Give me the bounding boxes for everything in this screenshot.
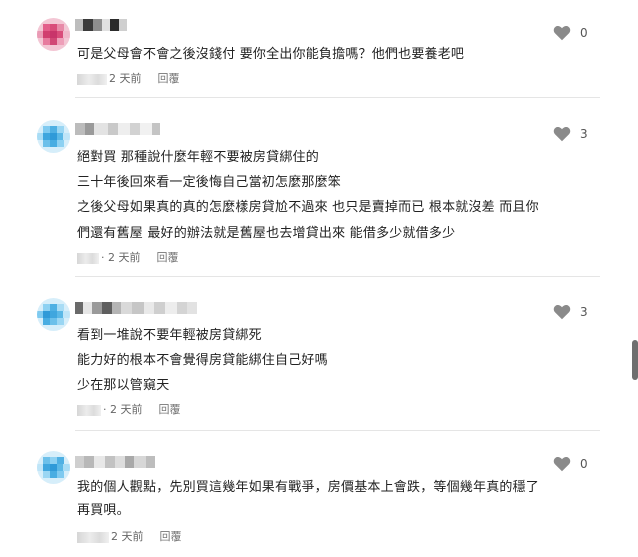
comment-meta: · 2 天前 回覆 (77, 403, 181, 417)
avatar[interactable] (37, 18, 70, 51)
avatar[interactable] (37, 120, 70, 153)
pixelated-avatar-icon (37, 18, 70, 51)
comment-time: · 2 天前 (103, 403, 143, 416)
username-blur (77, 252, 99, 264)
like-button[interactable]: 3 (553, 304, 588, 320)
reply-button[interactable]: 回覆 (158, 72, 180, 86)
pixelated-avatar-icon (37, 120, 70, 153)
reply-button[interactable]: 回覆 (160, 530, 182, 544)
heart-icon (553, 127, 571, 142)
comment-text: 之後父母如果真的真的怎麼樣房貸尬不過來 也只是賣掉而已 根本就沒差 而且你 (77, 200, 539, 215)
comment-text: 看到一堆說不要年輕被房貸綁死 (77, 328, 262, 343)
divider (75, 97, 600, 98)
comment-text: 少在那以管窺天 (77, 378, 170, 393)
username-blur (77, 531, 109, 543)
author-name-blurred[interactable] (75, 19, 127, 31)
heart-icon (553, 305, 571, 320)
comment-text: 我的個人觀點，先別買這幾年如果有戰爭，房價基本上會跌，等個幾年真的穩了 (77, 480, 540, 495)
comment-text: 能力好的根本不會覺得房貸能綁住自己好嗎 (77, 353, 328, 368)
comment-time: · 2 天前 (101, 251, 141, 264)
divider (75, 430, 600, 431)
avatar[interactable] (37, 451, 70, 484)
like-count: 0 (580, 457, 588, 471)
comment-meta: 2 天前 回覆 (77, 72, 180, 86)
like-button[interactable]: 3 (553, 126, 588, 142)
heart-icon (553, 26, 571, 41)
comments-panel: 可是父母會不會之後沒錢付 要你全出你能負擔嗎？他們也要養老吧 2 天前 回覆 0 (0, 0, 638, 557)
author-name-blurred[interactable] (75, 456, 155, 468)
like-count: 3 (580, 127, 588, 141)
comment-meta: · 2 天前 回覆 (77, 251, 179, 265)
reply-button[interactable]: 回覆 (157, 251, 179, 265)
comment-text: 們還有舊屋 最好的辦法就是舊屋也去增貸出來 能借多少就借多少 (77, 226, 456, 241)
comment-text: 可是父母會不會之後沒錢付 要你全出你能負擔嗎？他們也要養老吧 (77, 47, 465, 62)
like-count: 0 (580, 26, 588, 40)
username-blur (77, 404, 101, 416)
heart-icon (553, 457, 571, 472)
comment-text: 再買唄。 (77, 503, 130, 518)
like-button[interactable]: 0 (553, 456, 588, 472)
comment-time: 2 天前 (109, 72, 142, 85)
divider (75, 276, 600, 277)
author-name-blurred[interactable] (75, 302, 197, 314)
like-button[interactable]: 0 (553, 25, 588, 41)
pixelated-avatar-icon (37, 298, 70, 331)
author-name-blurred[interactable] (75, 123, 160, 135)
username-blur (77, 73, 107, 85)
pixelated-avatar-icon (37, 451, 70, 484)
scrollbar-thumb[interactable] (632, 340, 638, 380)
comment-time: 2 天前 (111, 530, 144, 543)
comment-text: 絕對買 那種說什麼年輕不要被房貸綁住的 (77, 150, 319, 165)
reply-button[interactable]: 回覆 (159, 403, 181, 417)
comment-meta: 2 天前 回覆 (77, 530, 182, 544)
comment-text: 三十年後回來看一定後悔自己當初怎麼那麼笨 (77, 175, 342, 190)
avatar[interactable] (37, 298, 70, 331)
like-count: 3 (580, 305, 588, 319)
